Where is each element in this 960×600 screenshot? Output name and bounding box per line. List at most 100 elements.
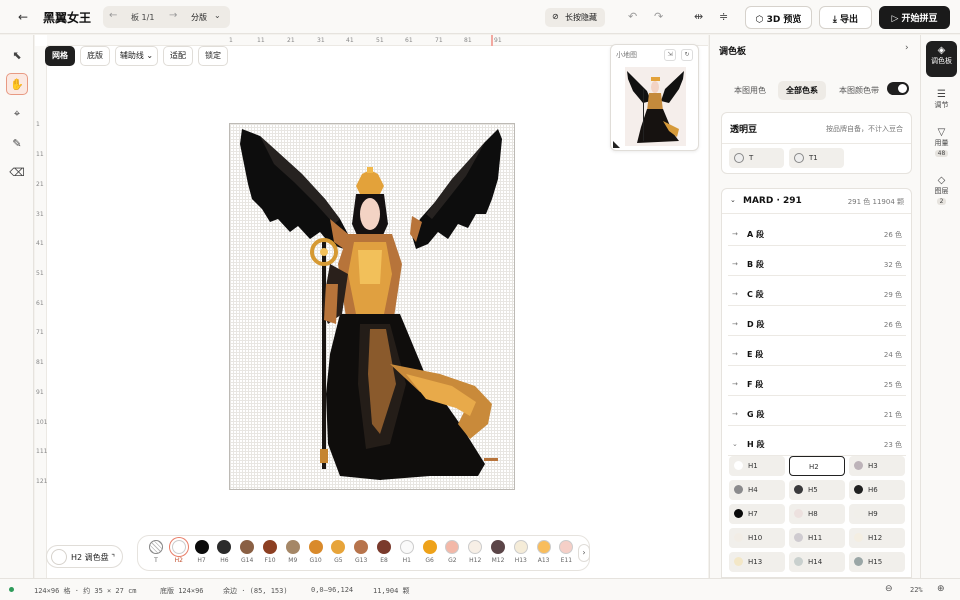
- color-swatch-g6[interactable]: G6: [419, 540, 441, 564]
- color-chip-h11[interactable]: H11: [789, 528, 845, 548]
- color-chip-h8[interactable]: H8: [789, 504, 845, 524]
- color-chip-h12[interactable]: H12: [849, 528, 905, 548]
- flip-horizontal-icon[interactable]: ⇹: [694, 10, 703, 23]
- color-swatch-m12[interactable]: M12: [487, 540, 509, 564]
- tab-all-colors[interactable]: 全部色系: [778, 81, 826, 100]
- segment-row[interactable]: → E 段 24 色: [728, 342, 906, 366]
- rail-usage[interactable]: ▽ 用量 48: [926, 123, 957, 157]
- color-swatch-h6[interactable]: H6: [213, 540, 235, 564]
- palette-title: 调色板: [719, 47, 747, 57]
- color-chip-h4[interactable]: H4: [729, 480, 785, 500]
- tab-color-band[interactable]: 本图颜色带: [834, 81, 884, 100]
- color-swatch-g13[interactable]: G13: [350, 540, 372, 564]
- strip-next-icon[interactable]: ›: [578, 544, 590, 562]
- stack-icon: ◇: [937, 175, 946, 186]
- segment-row[interactable]: → C 段 29 色: [728, 282, 906, 306]
- hold-to-hide-button[interactable]: ⊘ 长按隐藏: [545, 8, 605, 27]
- color-dot: [854, 461, 863, 470]
- color-chip-h13[interactable]: H13: [729, 552, 785, 572]
- rail-palette[interactable]: ◈ 调色板: [926, 41, 957, 77]
- color-swatch-g5[interactable]: G5: [327, 540, 349, 564]
- zoom-out-icon[interactable]: ⊖: [885, 584, 893, 594]
- swatch-label: H6: [220, 557, 229, 564]
- color-swatch-h7[interactable]: H7: [191, 540, 213, 564]
- rail-layers[interactable]: ◇ 图层 2: [926, 171, 957, 205]
- flip-vertical-icon[interactable]: ≑: [719, 10, 728, 23]
- chevron-right-icon[interactable]: ›: [905, 43, 909, 53]
- color-swatch-e8[interactable]: E8: [373, 540, 395, 564]
- color-chip-h1[interactable]: H1: [729, 456, 785, 476]
- color-swatch-m9[interactable]: M9: [282, 540, 304, 564]
- chip-label: T: [749, 154, 754, 162]
- segment-row[interactable]: → D 段 26 色: [728, 312, 906, 336]
- next-board-icon[interactable]: →: [169, 10, 177, 21]
- color-chip-h15[interactable]: H15: [849, 552, 905, 572]
- arrow-right-icon: →: [732, 380, 738, 388]
- segment-row[interactable]: → F 段 25 色: [728, 372, 906, 396]
- segment-count: 32 色: [883, 261, 902, 269]
- rail-adjust[interactable]: ☰ 调节: [926, 85, 957, 110]
- bead-board[interactable]: [229, 123, 515, 490]
- zoom-in-icon[interactable]: ⊕: [937, 584, 945, 594]
- canvas-area[interactable]: 1 11 21 31 41 51 61 71 81 91 1 11 21 31 …: [35, 35, 708, 578]
- select-tool-icon[interactable]: ⬉: [6, 44, 28, 66]
- color-chip-h10[interactable]: H10: [729, 528, 785, 548]
- color-swatch-h12[interactable]: H12: [464, 540, 486, 564]
- color-swatch-g2[interactable]: G2: [441, 540, 463, 564]
- redo-icon[interactable]: ↷: [654, 10, 663, 23]
- color-swatch-h13[interactable]: H13: [510, 540, 532, 564]
- color-chip-h6[interactable]: H6: [849, 480, 905, 500]
- export-button[interactable]: ⤓ 导出: [819, 6, 872, 29]
- lock-button[interactable]: 锁定: [198, 46, 228, 66]
- minimap-thumbnail[interactable]: [625, 67, 686, 146]
- minimap-collapse-icon[interactable]: ⇲: [664, 49, 676, 61]
- back-arrow-icon[interactable]: ←: [14, 9, 32, 25]
- hand-tool-icon[interactable]: ✋: [6, 73, 28, 95]
- guides-dropdown[interactable]: 辅助线 ⌄: [115, 46, 158, 66]
- color-dot: [854, 557, 863, 566]
- color-swatch-h2[interactable]: H2: [168, 540, 190, 564]
- segment-row[interactable]: → G 段 21 色: [728, 402, 906, 426]
- start-beading-button[interactable]: ▷ 开始拼豆: [879, 6, 950, 29]
- 3d-preview-button[interactable]: ⬡ 3D 预览: [745, 6, 812, 29]
- color-chip-h7[interactable]: H7: [729, 504, 785, 524]
- eraser-tool-icon[interactable]: ⌫: [6, 161, 28, 183]
- minimap[interactable]: 小地图 ⇲ ↻: [610, 44, 699, 151]
- crop-tool-icon[interactable]: ⌖: [6, 103, 28, 125]
- color-chip-h14[interactable]: H14: [789, 552, 845, 572]
- color-code: H2: [809, 463, 819, 471]
- color-chip-h3[interactable]: H3: [849, 456, 905, 476]
- color-swatch-e11[interactable]: E11: [555, 540, 577, 564]
- brand-header[interactable]: ⌄ MARD · 291 291 色 11904 颗: [722, 189, 911, 214]
- color-swatch-a13[interactable]: A13: [533, 540, 555, 564]
- segment-row[interactable]: → B 段 32 色: [728, 252, 906, 276]
- chevron-down-icon[interactable]: ⌄: [214, 11, 221, 20]
- prev-board-icon[interactable]: ←: [109, 10, 117, 21]
- color-band-toggle[interactable]: [887, 82, 909, 95]
- segment-row[interactable]: ⌄ H 段 23 色: [728, 432, 906, 456]
- color-swatch-f10[interactable]: F10: [259, 540, 281, 564]
- segment-row[interactable]: → A 段 26 色: [728, 222, 906, 246]
- color-swatch-g14[interactable]: G14: [236, 540, 258, 564]
- color-swatch-g10[interactable]: G10: [305, 540, 327, 564]
- swatch-dot: [559, 540, 574, 554]
- transparent-chip-t1[interactable]: T1: [789, 148, 844, 168]
- color-chip-h5[interactable]: H5: [789, 480, 845, 500]
- fit-button[interactable]: 适配: [163, 46, 193, 66]
- grid-toggle-button[interactable]: 网格: [45, 46, 75, 66]
- color-chip-h2[interactable]: H2: [789, 456, 845, 476]
- color-chip-h9[interactable]: H9: [849, 504, 905, 524]
- minimap-refresh-icon[interactable]: ↻: [681, 49, 693, 61]
- current-color-swatch: [51, 549, 67, 565]
- color-swatch-t[interactable]: T: [145, 540, 167, 564]
- color-swatch-h1[interactable]: H1: [396, 540, 418, 564]
- transparent-chip-t[interactable]: T: [729, 148, 784, 168]
- undo-icon[interactable]: ↶: [628, 10, 637, 23]
- base-board-button[interactable]: 底版: [80, 46, 110, 66]
- tab-used-colors[interactable]: 本图用色: [729, 81, 771, 100]
- brand-name: MARD · 291: [743, 196, 802, 206]
- 3d-preview-label: 3D 预览: [766, 15, 802, 25]
- current-color-indicator[interactable]: H2 调色盘 ⌝: [46, 545, 123, 568]
- split-dropdown[interactable]: 分版: [191, 12, 207, 23]
- eyedropper-tool-icon[interactable]: ✎: [6, 132, 28, 154]
